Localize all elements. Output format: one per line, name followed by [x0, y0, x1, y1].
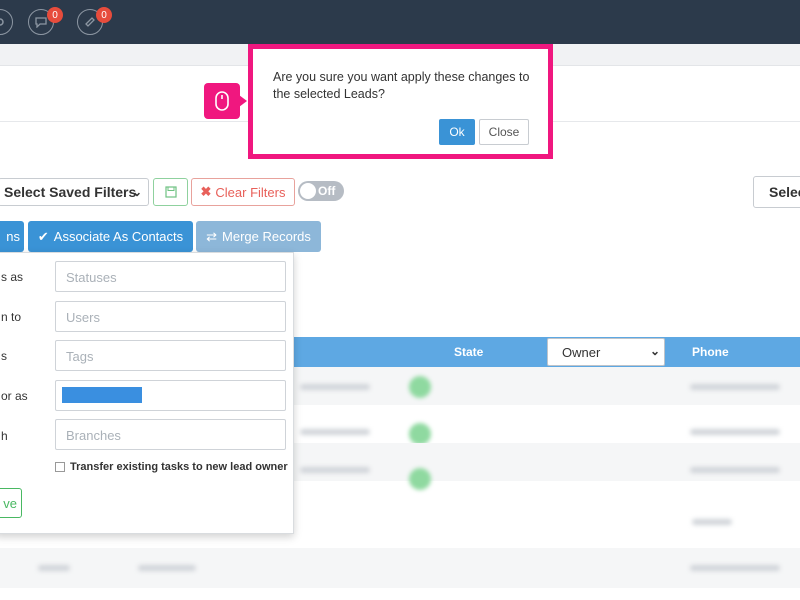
status-indicator — [409, 468, 431, 490]
field-label-branch: h — [1, 429, 8, 443]
confirm-dialog: Are you sure you want apply these change… — [248, 44, 553, 159]
saved-filters-label: Select Saved Filters — [4, 184, 137, 200]
save-filter-button[interactable] — [153, 178, 188, 206]
shuffle-icon: ⇄ — [206, 228, 218, 244]
field-label-assign: n to — [1, 310, 22, 324]
mouse-click-hint — [204, 83, 247, 119]
status-indicator — [409, 423, 431, 445]
transfer-tasks-option[interactable]: Transfer existing tasks to new lead owne… — [55, 461, 288, 473]
ok-button[interactable]: Ok — [439, 119, 475, 145]
mouse-icon — [215, 91, 229, 111]
ticket-badge: 0 — [96, 7, 112, 23]
save-button-label: ve — [3, 495, 17, 511]
clear-filters-label: Clear Filters — [215, 184, 286, 200]
close-button[interactable]: Close — [479, 119, 529, 145]
right-select[interactable]: Selec — [753, 176, 800, 208]
saved-filters-select[interactable]: Select Saved Filters ⌄ — [0, 178, 149, 206]
state-column-header: State — [454, 345, 484, 359]
field-label-color: or as — [1, 389, 28, 403]
close-button-label: Close — [488, 125, 520, 139]
color-input[interactable] — [55, 380, 286, 411]
actions-button-label: ns — [6, 229, 20, 244]
right-select-label: Selec — [769, 184, 800, 200]
save-button[interactable]: ve — [0, 488, 22, 518]
floppy-disk-icon — [164, 186, 177, 198]
top-navbar: 0 0 — [0, 0, 800, 44]
associate-label: Associate As Contacts — [53, 229, 184, 244]
chevron-down-icon: ⌄ — [131, 185, 142, 199]
tags-input[interactable]: Tags — [55, 340, 286, 371]
owner-select-label: Owner — [562, 345, 601, 360]
transfer-tasks-checkbox[interactable] — [55, 462, 65, 472]
associate-as-contacts-button[interactable]: ✔ Associate As Contacts — [28, 221, 193, 252]
check-icon: ✔ — [37, 228, 49, 244]
statuses-placeholder: Statuses — [66, 270, 117, 285]
chat-badge: 0 — [47, 7, 63, 23]
close-icon: ✖ — [200, 184, 212, 199]
users-input[interactable]: Users — [55, 301, 286, 332]
toggle-label: Off — [318, 184, 336, 198]
actions-button[interactable]: ns — [0, 221, 24, 252]
owner-select[interactable]: Owner ⌄ — [547, 338, 665, 366]
filter-toggle[interactable]: Off — [298, 181, 344, 201]
field-label-tags: s — [1, 349, 7, 363]
users-placeholder: Users — [66, 310, 100, 325]
tags-placeholder: Tags — [66, 349, 94, 364]
mass-update-panel: s as Statuses n to Users s Tags or as h … — [0, 252, 294, 534]
settings-icon[interactable] — [0, 9, 13, 35]
merge-label: Merge Records — [222, 229, 311, 244]
transfer-tasks-label: Transfer existing tasks to new lead owne… — [70, 461, 288, 473]
field-label-status: s as — [1, 270, 24, 284]
branches-input[interactable]: Branches — [55, 419, 286, 450]
merge-records-button[interactable]: ⇄ Merge Records — [196, 221, 321, 252]
clear-filters-button[interactable]: ✖ Clear Filters — [191, 178, 295, 206]
ok-button-label: Ok — [449, 125, 465, 139]
toggle-knob — [300, 183, 316, 199]
branches-placeholder: Branches — [66, 428, 121, 443]
phone-column-header: Phone — [692, 345, 729, 359]
chevron-down-icon: ⌄ — [649, 344, 660, 358]
table-row[interactable] — [0, 548, 800, 588]
confirm-message: Are you sure you want apply these change… — [273, 70, 530, 101]
statuses-input[interactable]: Statuses — [55, 261, 286, 292]
status-indicator — [409, 376, 431, 398]
selected-value-chip — [62, 387, 142, 403]
